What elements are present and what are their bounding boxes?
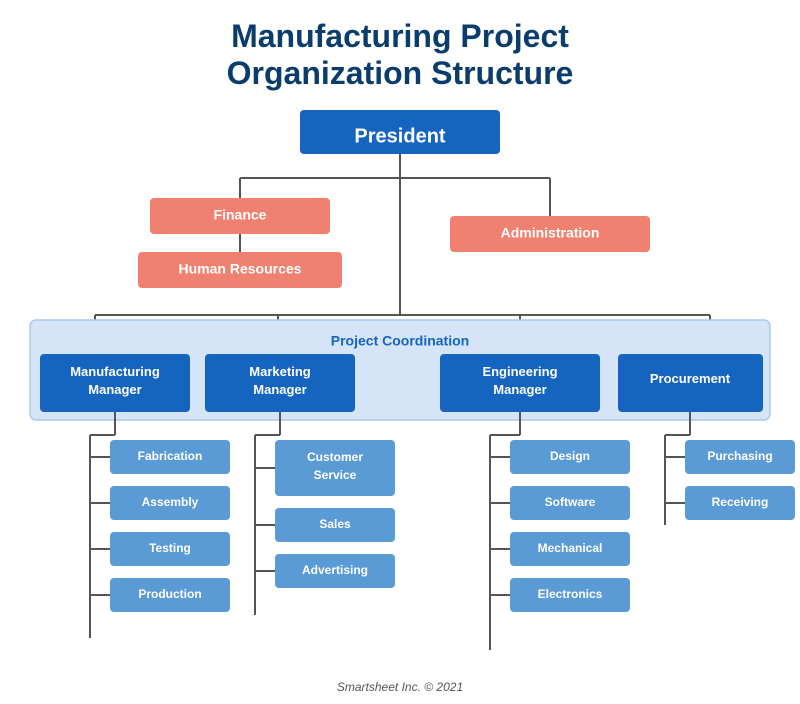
- page-title: Manufacturing Project Organization Struc…: [227, 18, 574, 92]
- proj-coord-label: Project Coordination: [331, 332, 469, 348]
- org-chart-svg: President Finance Human Resources Admini…: [20, 110, 780, 670]
- assembly-label: Assembly: [142, 495, 199, 509]
- production-label: Production: [138, 587, 201, 601]
- fabrication-label: Fabrication: [138, 449, 203, 463]
- mfg-manager-line2: Manager: [88, 382, 141, 397]
- purchasing-label: Purchasing: [707, 449, 772, 463]
- president-label: President: [354, 125, 445, 147]
- design-label: Design: [550, 449, 590, 463]
- hr-label: Human Resources: [179, 260, 302, 276]
- software-label: Software: [545, 495, 596, 509]
- mfg-manager-line1: Manufacturing: [70, 364, 160, 379]
- eng-manager-line1: Engineering: [482, 364, 557, 379]
- procurement-label: Procurement: [650, 371, 731, 386]
- mkt-manager-line2: Manager: [253, 382, 306, 397]
- footer-note: Smartsheet Inc. © 2021: [337, 680, 463, 694]
- title-line2: Organization Structure: [227, 55, 574, 91]
- mechanical-label: Mechanical: [538, 541, 603, 555]
- title-line1: Manufacturing Project: [231, 18, 569, 54]
- page: Manufacturing Project Organization Struc…: [0, 0, 800, 704]
- receiving-label: Receiving: [712, 495, 769, 509]
- cs-line2: Service: [314, 468, 357, 482]
- admin-label: Administration: [501, 224, 600, 240]
- testing-label: Testing: [149, 541, 191, 555]
- cs-line1: Customer: [307, 450, 363, 464]
- mkt-manager-line1: Marketing: [249, 364, 310, 379]
- eng-manager-line2: Manager: [493, 382, 546, 397]
- electronics-label: Electronics: [538, 587, 603, 601]
- finance-label: Finance: [214, 206, 267, 222]
- advertising-label: Advertising: [302, 563, 368, 577]
- sales-label: Sales: [319, 517, 351, 531]
